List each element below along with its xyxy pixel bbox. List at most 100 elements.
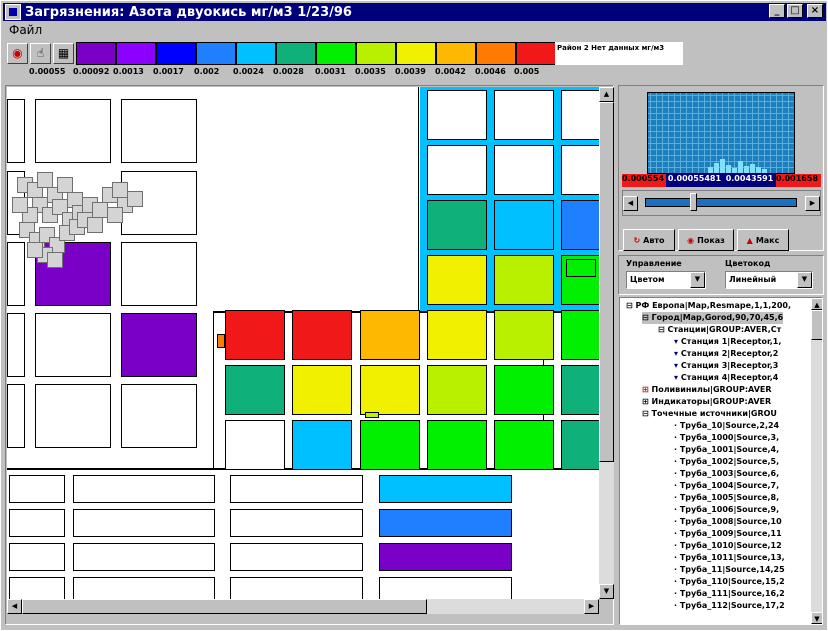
- map-cell[interactable]: [225, 420, 285, 470]
- horizontal-scroll-thumb[interactable]: [22, 599, 427, 614]
- color-swatch[interactable]: [156, 42, 196, 65]
- map-cell[interactable]: [379, 543, 512, 571]
- map-cell[interactable]: [360, 420, 420, 470]
- scroll-right-button[interactable]: ▶: [584, 599, 599, 614]
- map-cell[interactable]: [230, 475, 363, 503]
- range-slider[interactable]: ◀ ▶: [622, 190, 821, 216]
- tree-expand-icon[interactable]: ▾: [674, 373, 681, 382]
- map-cell[interactable]: [121, 384, 197, 448]
- emission-source-marker[interactable]: [127, 191, 143, 207]
- emission-source-marker[interactable]: [112, 182, 128, 198]
- emission-source-marker[interactable]: [87, 217, 103, 233]
- map-cell[interactable]: [7, 99, 25, 163]
- map-cell[interactable]: [494, 365, 554, 415]
- map-cell[interactable]: [225, 365, 285, 415]
- map-cell[interactable]: [35, 384, 111, 448]
- tree-node[interactable]: · Труба_1003|Source,6,: [674, 468, 779, 480]
- chevron-down-icon[interactable]: ▼: [797, 272, 812, 288]
- slider-thumb[interactable]: [690, 193, 697, 211]
- color-swatch[interactable]: [396, 42, 436, 65]
- map-cell[interactable]: [427, 200, 487, 250]
- map-cell[interactable]: [121, 313, 197, 377]
- tree-node[interactable]: ⊟ Город|Map,Gorod,90,70,45,6: [642, 312, 784, 324]
- slider-right-button[interactable]: ▶: [805, 196, 820, 211]
- tree-node[interactable]: ▾ Станция 3|Receptor,3: [674, 360, 778, 372]
- show-button[interactable]: ◉ Показ: [678, 229, 734, 251]
- map-cell[interactable]: [73, 543, 215, 571]
- slider-track[interactable]: [645, 198, 797, 207]
- chevron-down-icon[interactable]: ▼: [690, 272, 705, 288]
- map-cell[interactable]: [494, 420, 554, 470]
- map-marker[interactable]: [365, 412, 379, 418]
- tree-node[interactable]: ⊞ Поливинилы|GROUP:AVER: [642, 384, 772, 396]
- emission-source-marker[interactable]: [47, 252, 63, 268]
- control-select[interactable]: Цветом ▼: [626, 271, 706, 289]
- map-cell[interactable]: [427, 90, 487, 140]
- tree-node[interactable]: ⊟ Станции|GROUP:AVER,Ст: [658, 324, 781, 336]
- color-swatch[interactable]: [76, 42, 116, 65]
- grid-icon[interactable]: ▦: [53, 43, 74, 64]
- map-cell[interactable]: [427, 255, 487, 305]
- vertical-scroll-thumb[interactable]: [599, 102, 614, 462]
- tree-scrollbar[interactable]: ▲ ▼: [811, 298, 822, 624]
- app-icon[interactable]: [5, 4, 21, 20]
- color-swatch[interactable]: [116, 42, 156, 65]
- emission-source-marker[interactable]: [57, 177, 73, 193]
- map-cell[interactable]: [230, 577, 363, 599]
- map-cell[interactable]: [494, 310, 554, 360]
- vertical-scrollbar[interactable]: ▲ ▼: [599, 87, 614, 599]
- map-cell[interactable]: [561, 310, 599, 360]
- slider-left-button[interactable]: ◀: [623, 196, 638, 211]
- map-cell[interactable]: [7, 313, 25, 377]
- tree-node[interactable]: · Труба_110|Source,15,2: [674, 576, 785, 588]
- map-cell[interactable]: [427, 420, 487, 470]
- tree-node[interactable]: · Труба_1005|Source,8,: [674, 492, 779, 504]
- map-cell[interactable]: [561, 365, 599, 415]
- emission-source-marker[interactable]: [107, 207, 123, 223]
- color-swatch[interactable]: [316, 42, 356, 65]
- tree-node[interactable]: ⊟ Точечные источники|GROU: [642, 408, 777, 420]
- map-cell[interactable]: [230, 543, 363, 571]
- maximize-button[interactable]: □: [787, 4, 803, 18]
- map-cell[interactable]: [561, 90, 599, 140]
- color-swatch[interactable]: [276, 42, 316, 65]
- scroll-down-button[interactable]: ▼: [599, 584, 614, 599]
- horizontal-scrollbar[interactable]: ◀ ▶: [7, 599, 599, 614]
- tree-node[interactable]: · Труба_1004|Source,7,: [674, 480, 779, 492]
- map-cell[interactable]: [379, 475, 512, 503]
- map-cell[interactable]: [379, 577, 512, 599]
- map-marker[interactable]: [217, 334, 225, 348]
- tree-expand-icon[interactable]: ▾: [674, 337, 681, 346]
- map-cell[interactable]: [494, 90, 554, 140]
- map-cell[interactable]: [427, 145, 487, 195]
- tree-expand-icon[interactable]: ⊟: [658, 325, 668, 334]
- map-cell[interactable]: [7, 242, 25, 306]
- color-swatch[interactable]: [236, 42, 276, 65]
- tree-node[interactable]: · Труба_1002|Source,5,: [674, 456, 779, 468]
- menu-file[interactable]: Файл: [9, 23, 42, 37]
- tree-node[interactable]: · Труба_1008|Source,10: [674, 516, 782, 528]
- minimize-button[interactable]: _: [769, 4, 785, 18]
- tree-expand-icon[interactable]: ▾: [674, 349, 681, 358]
- map-marker[interactable]: [566, 259, 596, 277]
- tree-expand-icon[interactable]: ⊟: [642, 313, 652, 322]
- color-swatch[interactable]: [356, 42, 396, 65]
- map-cell[interactable]: [379, 509, 512, 537]
- tree-expand-icon[interactable]: ⊞: [642, 397, 652, 406]
- emission-source-marker[interactable]: [37, 172, 53, 188]
- map-cell[interactable]: [292, 310, 352, 360]
- tree-node[interactable]: ⊟ РФ Европа|Map,Resmape,1,1,200,: [626, 300, 791, 312]
- map-cell[interactable]: [9, 577, 65, 599]
- map-cell[interactable]: [230, 509, 363, 537]
- map-cell[interactable]: [292, 365, 352, 415]
- tree-node[interactable]: · Труба_1011|Source,13,: [674, 552, 785, 564]
- max-button[interactable]: ▲ Макс: [737, 229, 789, 251]
- color-swatch[interactable]: [196, 42, 236, 65]
- tree-node[interactable]: · Труба_1000|Source,3,: [674, 432, 779, 444]
- close-button[interactable]: ×: [807, 4, 823, 18]
- tree-expand-icon[interactable]: ⊟: [626, 301, 636, 310]
- map-cell[interactable]: [360, 365, 420, 415]
- scroll-left-button[interactable]: ◀: [7, 599, 22, 614]
- emission-source-marker[interactable]: [27, 242, 43, 258]
- tree-node[interactable]: ⊞ Индикаторы|GROUP:AVER: [642, 396, 771, 408]
